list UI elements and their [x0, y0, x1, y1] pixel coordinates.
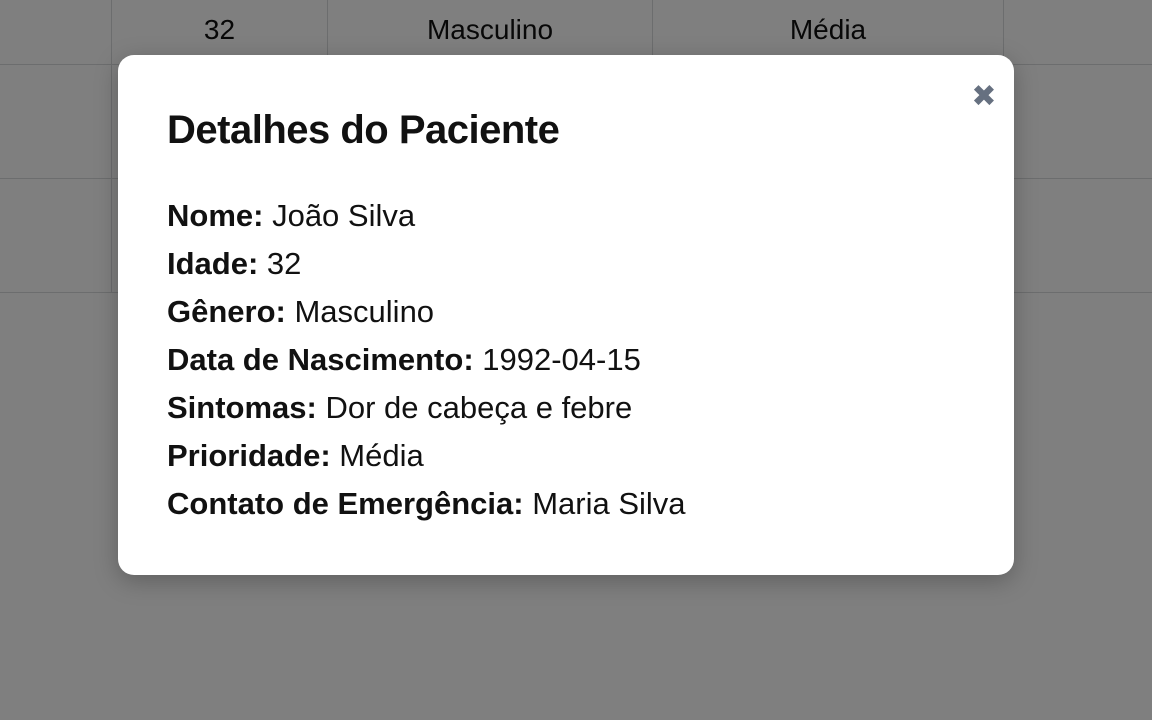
detail-name: Nome: João Silva: [167, 196, 686, 244]
patient-details-list: Nome: João Silva Idade: 32 Gênero: Mascu…: [167, 196, 686, 532]
detail-value: Média: [339, 438, 424, 473]
detail-age: Idade: 32: [167, 244, 686, 292]
detail-value: 32: [266, 246, 302, 281]
detail-label: Prioridade:: [167, 438, 331, 473]
detail-value: João Silva: [272, 198, 416, 233]
detail-symptoms: Sintomas: Dor de cabeça e febre: [167, 388, 686, 436]
detail-gender: Gênero: Masculino: [167, 292, 686, 340]
detail-label: Sintomas:: [167, 390, 317, 425]
detail-priority: Prioridade: Média: [167, 436, 686, 484]
detail-value: Masculino: [294, 294, 435, 329]
detail-label: Nome:: [167, 198, 264, 233]
close-icon[interactable]: ✖: [966, 79, 1002, 115]
detail-label: Contato de Emergência:: [167, 486, 524, 521]
detail-birthdate: Data de Nascimento: 1992-04-15: [167, 340, 686, 388]
detail-label: Data de Nascimento:: [167, 342, 474, 377]
detail-value: Dor de cabeça e febre: [325, 390, 633, 425]
detail-value: Maria Silva: [532, 486, 686, 521]
detail-label: Gênero:: [167, 294, 286, 329]
modal-title: Detalhes do Paciente: [167, 108, 560, 152]
detail-emergency-contact: Contato de Emergência: Maria Silva: [167, 484, 686, 532]
page: 32 Masculino Média V V s V: [0, 0, 1152, 720]
detail-value: 1992-04-15: [482, 342, 641, 377]
detail-label: Idade:: [167, 246, 259, 281]
